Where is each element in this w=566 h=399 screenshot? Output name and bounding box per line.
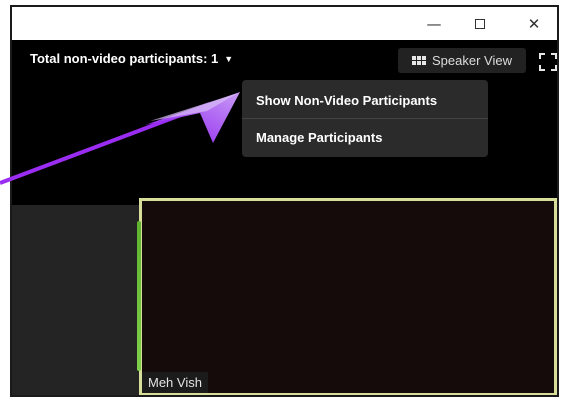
fullscreen-icon[interactable] (539, 53, 557, 71)
chevron-down-icon: ▼ (224, 53, 234, 64)
grid-icon (412, 56, 426, 65)
participants-count-label: Total non-video participants: 1 (30, 51, 219, 66)
participant-video-tile[interactable]: Meh Vish (137, 198, 557, 395)
close-icon: ✕ (527, 14, 541, 33)
minimize-button[interactable]: — (411, 7, 457, 40)
meeting-view: Total non-video participants: 1 ▼ Speake… (12, 40, 557, 395)
close-button[interactable]: ✕ (511, 7, 557, 40)
menu-item-manage-participants[interactable]: Manage Participants (242, 119, 488, 155)
non-video-participants-dropdown[interactable]: Total non-video participants: 1 ▼ (30, 51, 233, 66)
speaking-indicator (137, 221, 141, 371)
participant-name-label: Meh Vish (142, 372, 208, 393)
meeting-window: — ✕ Total non-video participants: 1 ▼ Sp… (10, 5, 559, 397)
participants-dropdown-menu: Show Non-Video Participants Manage Parti… (242, 80, 488, 157)
title-bar: — ✕ (12, 7, 557, 40)
speaker-view-button[interactable]: Speaker View (398, 48, 526, 73)
minimize-icon: — (426, 14, 442, 33)
speaker-view-label: Speaker View (432, 53, 512, 68)
maximize-icon (475, 18, 485, 29)
menu-item-show-non-video-participants[interactable]: Show Non-Video Participants (242, 82, 488, 118)
maximize-button[interactable] (457, 7, 503, 40)
empty-video-area (12, 205, 139, 395)
